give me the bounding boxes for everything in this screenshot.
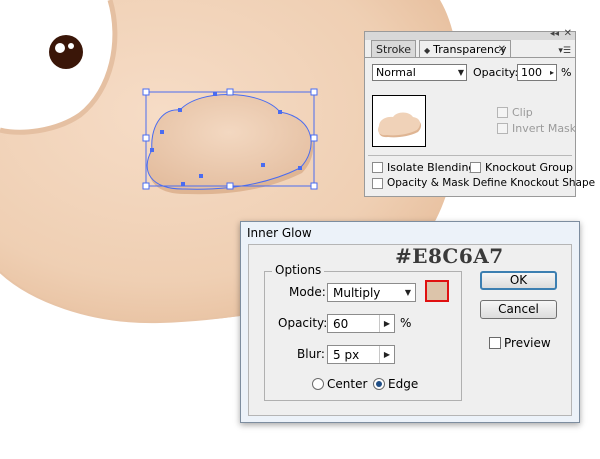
opacity-unit: % [400,316,412,330]
opacity-mask-knockout-checkbox[interactable] [372,178,383,189]
knockout-group-label: Knockout Group [485,161,573,174]
clip-checkbox[interactable] [497,107,508,118]
invert-mask-checkbox[interactable] [497,123,508,134]
eye-highlight-large [55,43,65,53]
object-thumbnail [372,95,426,147]
blur-input[interactable]: 5 px ▶ [327,345,395,364]
blur-label: Blur: [297,347,325,361]
knockout-group-checkbox[interactable] [470,162,481,173]
chevron-right-icon[interactable]: ▸ [550,65,554,80]
hex-color-annotation: #E8C6A7 [395,244,504,268]
tab-divider [365,57,575,58]
panel-opacity-unit: % [561,66,572,79]
tab-transparency[interactable]: ◆ Transparency ✕ [419,40,511,58]
cloud-thumbnail-icon [377,112,422,138]
chevron-down-icon: ▼ [404,288,412,297]
mode-label: Mode: [289,285,326,299]
opacity-mask-knockout-label: Opacity & Mask Define Knockout Shape [387,177,596,189]
options-group-label: Options [272,263,325,277]
mode-value: Multiply [333,286,381,300]
tab-stroke[interactable]: Stroke [371,40,416,58]
opacity-value: 60 [333,317,349,331]
panel-title-bar[interactable] [365,32,575,40]
chevron-right-icon[interactable]: ▶ [379,346,394,363]
mode-select[interactable]: Multiply ▼ [327,283,416,302]
blend-mode-select[interactable]: Normal ▼ [372,64,467,81]
eye-highlight-small [68,43,74,49]
center-radio[interactable] [312,378,324,390]
edge-radio[interactable] [373,378,385,390]
panel-opacity-label: Opacity: [473,66,519,79]
panel-menu-icon[interactable]: ▾☰ [558,46,571,56]
panel-separator [368,155,572,156]
tab-transparency-label: Transparency [433,43,507,56]
blend-mode-value: Normal [376,66,416,79]
cancel-button[interactable]: Cancel [480,300,557,319]
opacity-label: Opacity: [278,316,328,330]
invert-mask-label: Invert Mask [512,122,577,135]
panel-opacity-input[interactable]: 100 ▸ [517,64,557,81]
clip-label: Clip [512,106,533,119]
blur-value: 5 px [333,348,360,362]
diamond-icon: ◆ [424,46,431,55]
chevron-right-icon[interactable]: ▶ [379,315,394,332]
preview-label: Preview [504,336,551,350]
center-label: Center [327,377,368,391]
ok-button[interactable]: OK [480,271,557,290]
edge-label: Edge [388,377,419,391]
eye-pupil [49,35,83,69]
panel-opacity-value: 100 [521,66,542,79]
collapse-icon[interactable]: ◂◂ [550,29,559,39]
preview-checkbox[interactable] [489,337,501,349]
chevron-down-icon: ▼ [457,68,464,77]
opacity-input[interactable]: 60 ▶ [327,314,395,333]
panel-close-icon[interactable]: ✕ [564,29,572,39]
isolate-blending-label: Isolate Blending [387,161,476,174]
glow-color-swatch[interactable] [425,280,449,302]
dialog-title: Inner Glow [247,226,312,240]
isolate-blending-checkbox[interactable] [372,162,383,173]
tab-stroke-label: Stroke [376,43,412,56]
